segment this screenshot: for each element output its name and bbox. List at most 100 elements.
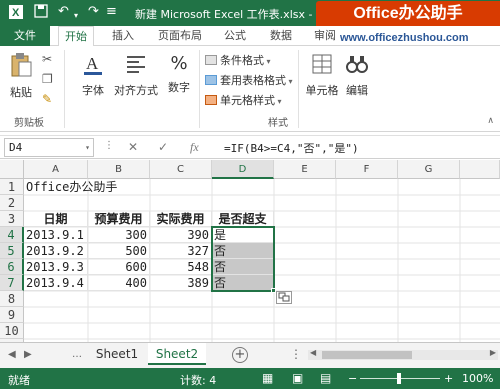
- tab-formulas[interactable]: 公式: [224, 26, 246, 46]
- scroll-left-icon[interactable]: ◀: [310, 348, 316, 357]
- save-icon[interactable]: [34, 4, 48, 23]
- row-header[interactable]: 9: [0, 307, 24, 323]
- redo-icon[interactable]: ↷: [88, 4, 99, 20]
- cells-button[interactable]: 单元格: [302, 52, 342, 98]
- cell-a5[interactable]: 2013.9.2: [24, 243, 88, 259]
- paste-button[interactable]: 粘贴: [6, 52, 36, 100]
- scrollbar-thumb[interactable]: [322, 351, 412, 359]
- zoom-out-button[interactable]: −: [348, 372, 357, 385]
- column-header-d[interactable]: D: [212, 160, 274, 179]
- row-header[interactable]: 1: [0, 179, 24, 195]
- editing-button[interactable]: 编辑: [342, 52, 372, 98]
- cell-styles-button[interactable]: 单元格样式 ▾: [205, 92, 282, 108]
- cell-a6[interactable]: 2013.9.3: [24, 259, 88, 275]
- column-header-g[interactable]: G: [398, 160, 460, 179]
- prev-sheet-icon[interactable]: ◀: [8, 349, 16, 360]
- add-sheet-icon[interactable]: +: [232, 347, 248, 363]
- cell-b5[interactable]: 500: [88, 243, 150, 259]
- cell-a4[interactable]: 2013.9.1: [24, 227, 88, 243]
- cell-c7[interactable]: 389: [150, 275, 212, 291]
- worksheet-grid[interactable]: A B C D E F G 1 2 3 4 5 6 7 8 9 10 11 Of…: [0, 160, 500, 342]
- column-header-h[interactable]: [460, 160, 500, 179]
- zoom-in-button[interactable]: +: [444, 372, 453, 385]
- cell-b3[interactable]: 预算费用: [88, 211, 150, 227]
- page-layout-view-icon[interactable]: ▣: [292, 371, 303, 385]
- column-header-e[interactable]: E: [274, 160, 336, 179]
- split-handle-icon[interactable]: ⋮: [290, 347, 302, 361]
- row-header[interactable]: 8: [0, 291, 24, 307]
- quick-analysis-icon[interactable]: [276, 291, 292, 304]
- cell-d6[interactable]: 否: [212, 259, 274, 275]
- binoculars-icon: [342, 52, 372, 79]
- cell-a1[interactable]: Office办公助手: [24, 179, 117, 195]
- status-count: 计数: 4: [180, 374, 217, 387]
- row-header[interactable]: 10: [0, 323, 24, 339]
- sheet-tab-2[interactable]: Sheet2: [148, 343, 206, 365]
- column-header-c[interactable]: C: [150, 160, 212, 179]
- formula-input[interactable]: =IF(B4>=C4,"否","是"): [224, 140, 359, 156]
- number-button[interactable]: % 数字: [164, 52, 194, 95]
- cell-c5[interactable]: 327: [150, 243, 212, 259]
- zoom-level[interactable]: 100%: [462, 372, 493, 385]
- row-header[interactable]: 2: [0, 195, 24, 211]
- copy-icon[interactable]: ❐: [42, 72, 53, 86]
- tab-page-layout[interactable]: 页面布局: [158, 26, 202, 46]
- column-header-b[interactable]: B: [88, 160, 150, 179]
- collapse-ribbon-icon[interactable]: ∧: [487, 116, 494, 126]
- svg-text:A: A: [86, 54, 99, 73]
- cell-d4[interactable]: 是: [212, 227, 274, 243]
- zoom-slider-knob[interactable]: [397, 373, 401, 384]
- select-all-corner[interactable]: [0, 160, 24, 179]
- cell-c6[interactable]: 548: [150, 259, 212, 275]
- tab-insert[interactable]: 插入: [112, 26, 134, 46]
- normal-view-icon[interactable]: ▦: [262, 371, 273, 385]
- horizontal-scrollbar[interactable]: ◀ ▶: [308, 348, 498, 360]
- column-header-f[interactable]: F: [336, 160, 398, 179]
- row-header[interactable]: 6: [0, 259, 24, 275]
- tab-data[interactable]: 数据: [270, 26, 292, 46]
- cell-b7[interactable]: 400: [88, 275, 150, 291]
- cell-style-icon: [205, 95, 217, 105]
- cell-a3[interactable]: 日期: [24, 211, 88, 227]
- cell-c3[interactable]: 实际费用: [150, 211, 212, 227]
- format-as-table-button[interactable]: 套用表格格式 ▾: [205, 72, 293, 88]
- customize-toolbar-icon[interactable]: ≡: [106, 4, 117, 20]
- cell-d5[interactable]: 否: [212, 243, 274, 259]
- undo-icon[interactable]: ↶: [58, 4, 69, 20]
- table-icon: [205, 75, 217, 85]
- cell-a7[interactable]: 2013.9.4: [24, 275, 88, 291]
- row-header[interactable]: 3: [0, 211, 24, 227]
- cell-styles-label: 单元格样式: [220, 94, 275, 107]
- more-sheets-icon[interactable]: …: [72, 349, 82, 360]
- cell-d3[interactable]: 是否超支: [212, 211, 274, 227]
- row-header[interactable]: 5: [0, 243, 24, 259]
- conditional-formatting-button[interactable]: 条件格式 ▾: [205, 52, 271, 68]
- tab-file[interactable]: 文件: [0, 26, 50, 46]
- next-sheet-icon[interactable]: ▶: [24, 349, 32, 360]
- font-button[interactable]: A 字体: [78, 52, 108, 98]
- cell-b4[interactable]: 300: [88, 227, 150, 243]
- cell-b6[interactable]: 600: [88, 259, 150, 275]
- chevron-down-icon[interactable]: ▾: [85, 139, 90, 156]
- alignment-button[interactable]: 对齐方式: [112, 52, 160, 98]
- column-header-a[interactable]: A: [24, 160, 88, 179]
- name-box[interactable]: D4 ▾: [4, 138, 94, 157]
- cell-c4[interactable]: 390: [150, 227, 212, 243]
- row-header[interactable]: 4: [0, 227, 24, 243]
- tab-review[interactable]: 审阅: [314, 26, 336, 46]
- cut-icon[interactable]: ✂: [42, 52, 52, 66]
- undo-dropdown-icon[interactable]: ▾: [74, 8, 78, 24]
- font-label: 字体: [82, 84, 104, 97]
- insert-function-icon[interactable]: fx: [190, 140, 199, 155]
- cell-d7[interactable]: 否: [212, 275, 274, 291]
- paste-label: 粘贴: [10, 86, 32, 99]
- cancel-icon[interactable]: ✕: [128, 140, 138, 154]
- formula-bar: D4 ▾ ⋮ ✕ ✓ fx =IF(B4>=C4,"否","是"): [0, 135, 500, 159]
- page-break-view-icon[interactable]: ▤: [320, 371, 331, 385]
- row-header[interactable]: 7: [0, 275, 24, 291]
- enter-icon[interactable]: ✓: [158, 140, 168, 154]
- scroll-right-icon[interactable]: ▶: [490, 348, 496, 357]
- tab-home[interactable]: 开始: [58, 26, 94, 47]
- format-painter-icon[interactable]: ✎: [42, 92, 52, 106]
- sheet-tab-1[interactable]: Sheet1: [88, 343, 146, 365]
